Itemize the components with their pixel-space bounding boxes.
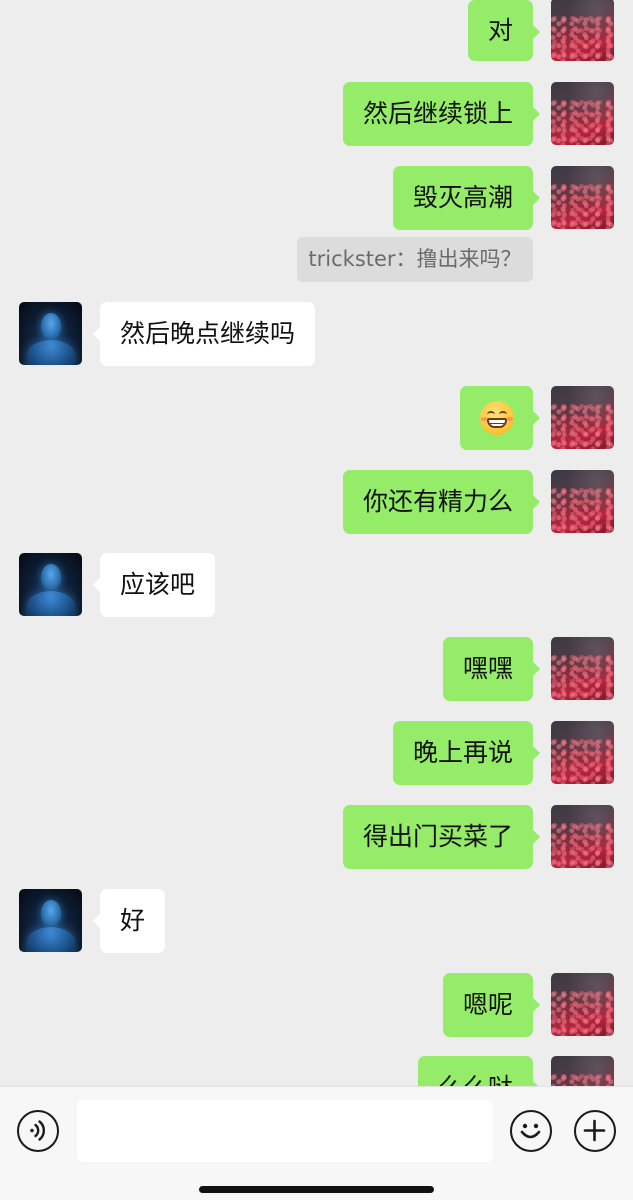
home-indicator[interactable] [199, 1186, 434, 1193]
message-bubble-received[interactable]: 应该吧 [92, 553, 216, 617]
message-bubble-sent[interactable]: 嗯呢 [442, 973, 541, 1037]
message-bubble-sent[interactable]: 晚上再说 [392, 721, 541, 785]
chat-message-area[interactable]: 对 然后继续锁上 毁灭高潮 trickster：撸出来吗？ 然后晚点继续吗 你还 [0, 0, 633, 1086]
my-avatar[interactable] [551, 82, 614, 145]
my-avatar[interactable] [551, 0, 614, 61]
my-avatar[interactable] [551, 166, 614, 229]
message-bubble-sent[interactable]: 你还有精力么 [342, 470, 541, 534]
message-row-sent: 得出门买菜了 [0, 805, 633, 869]
message-row-sent: 毁灭高潮 [0, 166, 633, 230]
message-bubble-received[interactable]: 好 [92, 889, 166, 953]
message-input[interactable] [77, 1100, 493, 1162]
message-row-sent: 你还有精力么 [0, 470, 633, 534]
my-avatar[interactable] [551, 637, 614, 700]
message-row-received: 好 [0, 889, 633, 953]
message-bubble-received[interactable]: 然后晚点继续吗 [92, 302, 316, 366]
input-bar [0, 1086, 633, 1200]
my-avatar[interactable] [551, 973, 614, 1036]
grinning-face-icon [479, 401, 514, 435]
my-avatar[interactable] [551, 386, 614, 449]
my-avatar[interactable] [551, 721, 614, 784]
system-note: trickster：撸出来吗？ [297, 237, 533, 282]
message-row-sent: 嘿嘿 [0, 637, 633, 701]
message-bubble-sent[interactable]: 么么哒 [417, 1056, 541, 1086]
message-bubble-sent[interactable]: 毁灭高潮 [392, 166, 541, 230]
plus-icon[interactable] [574, 1110, 616, 1152]
message-bubble-sent[interactable]: 然后继续锁上 [342, 82, 541, 146]
message-bubble-sent-emoji[interactable] [460, 386, 540, 450]
my-avatar[interactable] [551, 1056, 614, 1086]
message-row-received: 然后晚点继续吗 [0, 302, 633, 366]
friend-avatar[interactable] [19, 302, 82, 365]
message-row-sent: 晚上再说 [0, 721, 633, 785]
message-row-sent: 对 [0, 0, 633, 61]
message-row-sent: 然后继续锁上 [0, 82, 633, 146]
emoji-icon[interactable] [510, 1110, 552, 1152]
message-bubble-sent[interactable]: 对 [467, 0, 541, 61]
my-avatar[interactable] [551, 805, 614, 868]
friend-avatar[interactable] [19, 553, 82, 616]
message-row-sent [0, 386, 633, 450]
message-row-sent: 么么哒 [0, 1056, 633, 1086]
message-bubble-sent[interactable]: 得出门买菜了 [342, 805, 541, 869]
message-row-sent: 嗯呢 [0, 973, 633, 1037]
message-row-received: 应该吧 [0, 553, 633, 617]
voice-icon[interactable] [17, 1110, 59, 1152]
my-avatar[interactable] [551, 470, 614, 533]
message-bubble-sent[interactable]: 嘿嘿 [442, 637, 541, 701]
friend-avatar[interactable] [19, 889, 82, 952]
